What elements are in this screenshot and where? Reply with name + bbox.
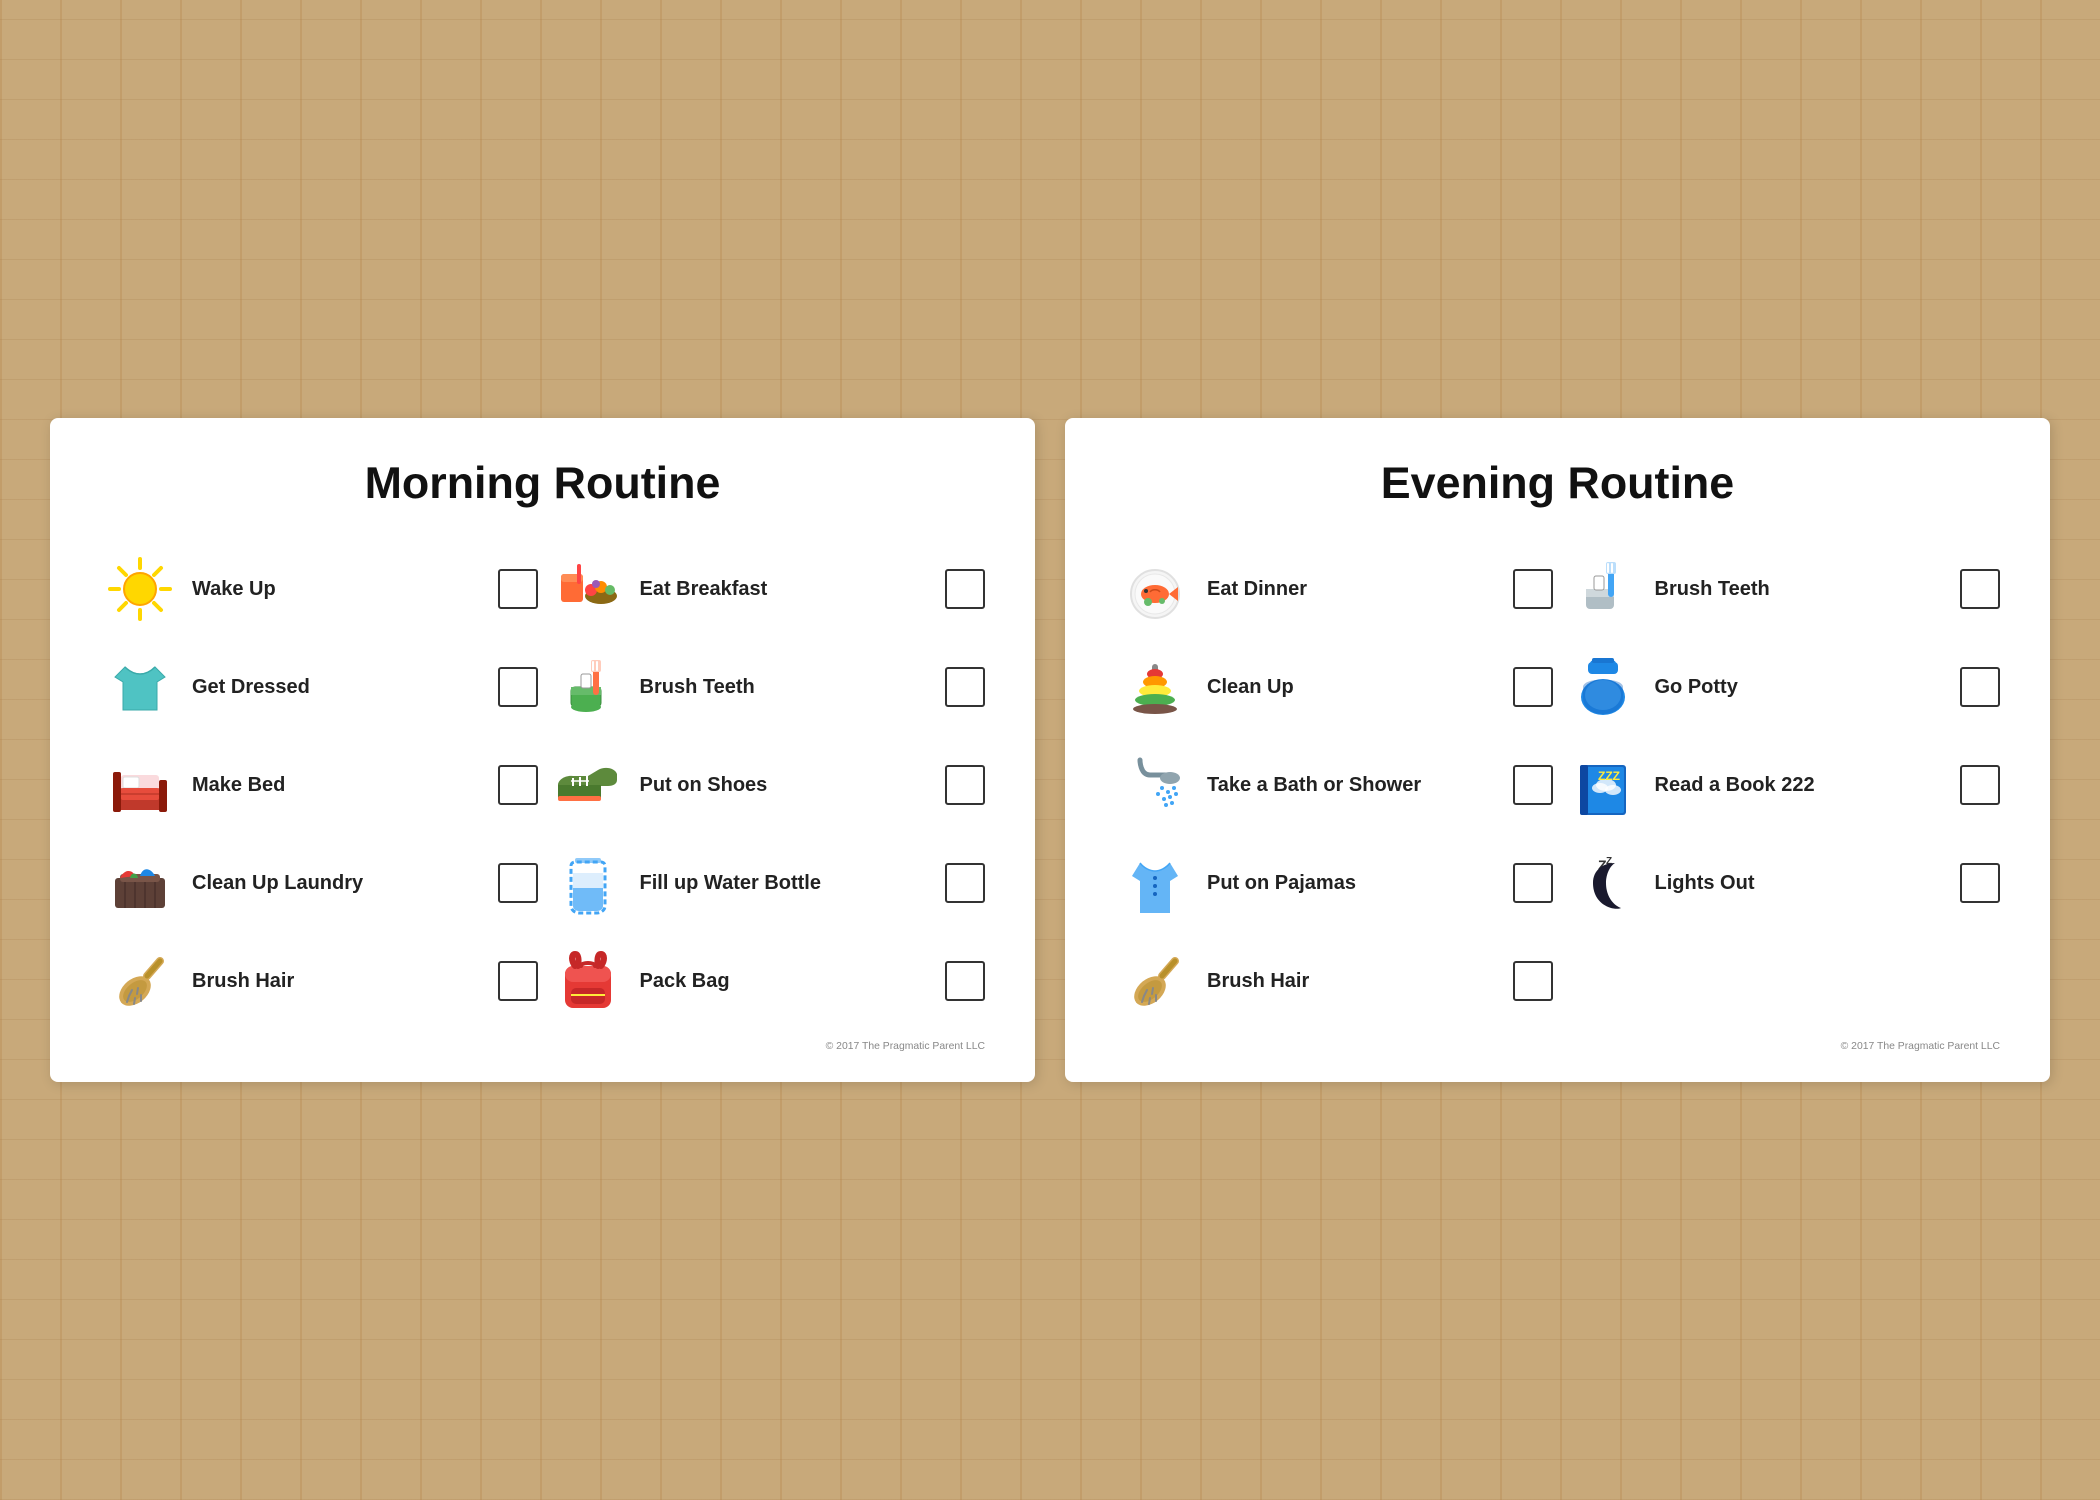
brush-hair-morning-label: Brush Hair bbox=[192, 969, 486, 993]
brush-teeth-evening-checkbox[interactable] bbox=[1960, 569, 2000, 609]
put-on-shoes-label: Put on Shoes bbox=[640, 773, 934, 797]
task-put-on-pajamas: Put on Pajamas bbox=[1115, 843, 1553, 923]
evening-title: Evening Routine bbox=[1115, 458, 2000, 509]
clean-up-laundry-checkbox[interactable] bbox=[498, 863, 538, 903]
hairbrush-morning-icon bbox=[100, 941, 180, 1021]
brush-hair-morning-checkbox[interactable] bbox=[498, 961, 538, 1001]
task-fill-water-bottle: Fill up Water Bottle bbox=[548, 843, 986, 923]
take-bath-checkbox[interactable] bbox=[1513, 765, 1553, 805]
task-clean-up: Clean Up bbox=[1115, 647, 1553, 727]
eat-breakfast-label: Eat Breakfast bbox=[640, 577, 934, 601]
task-eat-breakfast: Eat Breakfast bbox=[548, 549, 986, 629]
task-take-bath: Take a Bath or Shower bbox=[1115, 745, 1553, 825]
water-bottle-icon bbox=[548, 843, 628, 923]
brush-teeth-morning-label: Brush Teeth bbox=[640, 675, 934, 699]
shoes-icon bbox=[548, 745, 628, 825]
put-on-pajamas-checkbox[interactable] bbox=[1513, 863, 1553, 903]
eat-breakfast-checkbox[interactable] bbox=[945, 569, 985, 609]
eat-dinner-checkbox[interactable] bbox=[1513, 569, 1553, 609]
backpack-icon bbox=[548, 941, 628, 1021]
dinner-icon bbox=[1115, 549, 1195, 629]
fill-water-bottle-checkbox[interactable] bbox=[945, 863, 985, 903]
make-bed-checkbox[interactable] bbox=[498, 765, 538, 805]
morning-grid: Wake Up bbox=[100, 549, 985, 1021]
task-put-on-shoes: Put on Shoes bbox=[548, 745, 986, 825]
laundry-icon bbox=[100, 843, 180, 923]
fill-water-bottle-label: Fill up Water Bottle bbox=[640, 871, 934, 895]
clean-up-checkbox[interactable] bbox=[1513, 667, 1553, 707]
morning-title: Morning Routine bbox=[100, 458, 985, 509]
brush-teeth-morning-checkbox[interactable] bbox=[945, 667, 985, 707]
wake-up-checkbox[interactable] bbox=[498, 569, 538, 609]
task-get-dressed: Get Dressed bbox=[100, 647, 538, 727]
brush-hair-evening-checkbox[interactable] bbox=[1513, 961, 1553, 1001]
lights-out-label: Lights Out bbox=[1655, 871, 1949, 895]
lights-out-checkbox[interactable] bbox=[1960, 863, 2000, 903]
task-wake-up: Wake Up bbox=[100, 549, 538, 629]
pack-bag-checkbox[interactable] bbox=[945, 961, 985, 1001]
toys-icon bbox=[1115, 647, 1195, 727]
clean-up-laundry-label: Clean Up Laundry bbox=[192, 871, 486, 895]
brush-teeth-evening-label: Brush Teeth bbox=[1655, 577, 1949, 601]
toothbrush-morning-icon bbox=[548, 647, 628, 727]
task-brush-hair-evening: Brush Hair bbox=[1115, 941, 1553, 1021]
shower-icon bbox=[1115, 745, 1195, 825]
task-read-book: ZZZ Read a Book 222 bbox=[1563, 745, 2001, 825]
pack-bag-label: Pack Bag bbox=[640, 969, 934, 993]
task-eat-dinner: Eat Dinner bbox=[1115, 549, 1553, 629]
morning-copyright: © 2017 The Pragmatic Parent LLC bbox=[100, 1041, 985, 1052]
clean-up-label: Clean Up bbox=[1207, 675, 1501, 699]
morning-routine-card: Morning Routine bbox=[50, 418, 1035, 1082]
go-potty-checkbox[interactable] bbox=[1960, 667, 2000, 707]
task-brush-teeth-morning: Brush Teeth bbox=[548, 647, 986, 727]
breakfast-icon bbox=[548, 549, 628, 629]
make-bed-label: Make Bed bbox=[192, 773, 486, 797]
task-pack-bag: Pack Bag bbox=[548, 941, 986, 1021]
bed-icon bbox=[100, 745, 180, 825]
take-bath-label: Take a Bath or Shower bbox=[1207, 773, 1501, 797]
wake-up-label: Wake Up bbox=[192, 577, 486, 601]
evening-grid: Eat Dinner Brush Teeth bbox=[1115, 549, 2000, 1021]
shirt-icon bbox=[100, 647, 180, 727]
get-dressed-checkbox[interactable] bbox=[498, 667, 538, 707]
task-make-bed: Make Bed bbox=[100, 745, 538, 825]
hairbrush-evening-icon bbox=[1115, 941, 1195, 1021]
task-brush-hair-morning: Brush Hair bbox=[100, 941, 538, 1021]
book-icon: ZZZ bbox=[1563, 745, 1643, 825]
read-book-checkbox[interactable] bbox=[1960, 765, 2000, 805]
put-on-pajamas-label: Put on Pajamas bbox=[1207, 871, 1501, 895]
get-dressed-label: Get Dressed bbox=[192, 675, 486, 699]
task-lights-out: Z Z Lights Out bbox=[1563, 843, 2001, 923]
evening-copyright: © 2017 The Pragmatic Parent LLC bbox=[1115, 1041, 2000, 1052]
moon-icon: Z Z bbox=[1563, 843, 1643, 923]
evening-routine-card: Evening Routine bbox=[1065, 418, 2050, 1082]
go-potty-label: Go Potty bbox=[1655, 675, 1949, 699]
put-on-shoes-checkbox[interactable] bbox=[945, 765, 985, 805]
brush-hair-evening-label: Brush Hair bbox=[1207, 969, 1501, 993]
sun-icon bbox=[100, 549, 180, 629]
task-go-potty: Go Potty bbox=[1563, 647, 2001, 727]
page-container: Morning Routine bbox=[50, 418, 2050, 1082]
read-book-label: Read a Book 222 bbox=[1655, 773, 1949, 797]
task-brush-teeth-evening: Brush Teeth bbox=[1563, 549, 2001, 629]
svg-text:ZZZ: ZZZ bbox=[1598, 769, 1620, 783]
eat-dinner-label: Eat Dinner bbox=[1207, 577, 1501, 601]
task-clean-up-laundry: Clean Up Laundry bbox=[100, 843, 538, 923]
toilet-icon bbox=[1563, 647, 1643, 727]
toothbrush-evening-icon bbox=[1563, 549, 1643, 629]
pajamas-icon bbox=[1115, 843, 1195, 923]
